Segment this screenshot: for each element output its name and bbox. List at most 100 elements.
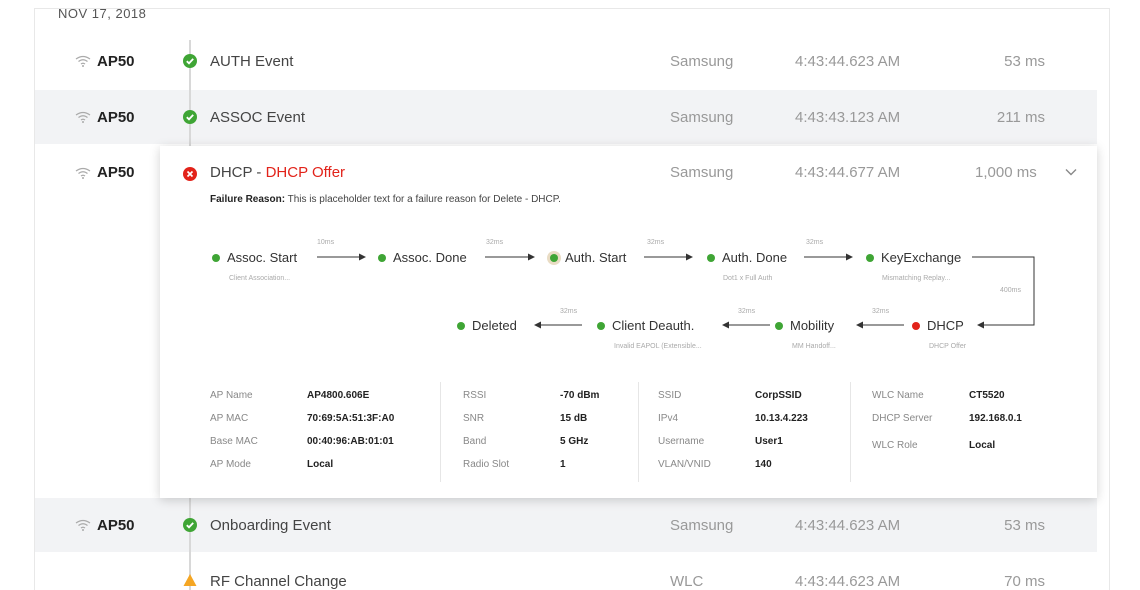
flow-gap: 32ms	[560, 308, 578, 315]
flow-gap: 32ms	[647, 239, 665, 246]
error-dot-icon	[912, 321, 920, 330]
event-row-onboarding[interactable]: AP50 Onboarding Event Samsung 4:43:44.62…	[35, 498, 1097, 552]
ap-cell: AP50	[75, 90, 135, 144]
device-name: WLC	[670, 572, 704, 590]
detail-label: Base MAC	[210, 436, 258, 447]
detail-value: Local	[307, 459, 334, 470]
ap-name: AP50	[97, 164, 135, 181]
detail-value: CT5520	[969, 390, 1005, 401]
flow-node-deleted[interactable]: Deleted	[457, 318, 517, 333]
device-name: Samsung	[670, 52, 734, 70]
event-name: RF Channel Change	[210, 572, 347, 590]
event-time: 4:43:44.623 AM	[795, 516, 901, 534]
wifi-icon	[75, 111, 91, 123]
flow-node-assoc-done[interactable]: Assoc. Done	[378, 250, 467, 265]
ap-name: AP50	[97, 52, 135, 70]
flow-arrows	[317, 253, 1035, 329]
wifi-icon	[75, 167, 91, 179]
success-dot-icon	[212, 253, 220, 262]
ap-cell: AP50	[75, 164, 135, 181]
detail-label: RSSI	[463, 390, 487, 401]
detail-value: 70:69:5A:51:3F:A0	[307, 413, 395, 424]
detail-label: Band	[463, 436, 487, 447]
detail-label: AP MAC	[210, 413, 249, 424]
detail-value: Local	[969, 440, 996, 451]
detail-value: -70 dBm	[560, 390, 600, 401]
success-dot-icon	[707, 253, 715, 262]
detail-label: AP Name	[210, 390, 253, 401]
detail-value: 192.168.0.1	[969, 413, 1022, 424]
event-row-assoc[interactable]: AP50 ASSOC Event Samsung 4:43:43.123 AM …	[35, 90, 1097, 144]
detail-label: DHCP Server	[872, 413, 933, 424]
event-detail-card-dhcp[interactable]: DHCP - DHCP Offer Samsung 4:43:44.677 AM…	[160, 146, 1097, 498]
client-event-timeline: NOV 17, 2018 AP50 AUTH Event Samsung 4:4…	[0, 0, 1140, 590]
check-circle-icon	[183, 518, 197, 532]
detail-label: AP Mode	[210, 459, 251, 470]
flow-node-mobility[interactable]: Mobility	[775, 318, 834, 333]
x-circle-icon	[183, 167, 197, 181]
flow-gap: 32ms	[872, 308, 890, 315]
flow-node-dhcp[interactable]: DHCP	[912, 318, 964, 333]
detail-value: 00:40:96:AB:01:01	[307, 436, 394, 447]
detail-label: Radio Slot	[463, 459, 510, 470]
warning-triangle-icon	[183, 573, 197, 587]
event-duration: 53 ms	[1004, 516, 1045, 534]
event-name: AUTH Event	[210, 52, 294, 70]
success-dot-icon	[597, 321, 605, 330]
ap-cell: AP50	[75, 498, 135, 552]
detail-value: User1	[755, 436, 783, 447]
ap-name: AP50	[97, 108, 135, 126]
ap-cell: AP50	[75, 34, 135, 88]
flow-node-client-deauth[interactable]: Client Deauth.	[597, 318, 694, 333]
detail-label: SNR	[463, 413, 485, 424]
detail-label: WLC Role	[872, 440, 918, 451]
flow-gap: 400ms	[1000, 287, 1022, 294]
detail-value: 1	[560, 459, 566, 470]
date-header: NOV 17, 2018	[58, 6, 147, 21]
detail-label: Username	[658, 436, 705, 447]
ap-name: AP50	[97, 516, 135, 534]
flow-node-assoc-start[interactable]: Assoc. Start	[212, 250, 297, 265]
detail-divider	[638, 382, 639, 482]
detail-label: WLC Name	[872, 390, 924, 401]
success-dot-icon	[457, 321, 465, 330]
detail-label: VLAN/VNID	[658, 459, 711, 470]
flow-gap: 32ms	[806, 239, 824, 246]
flow-node-auth-done[interactable]: Auth. Done	[707, 250, 787, 265]
detail-value: CorpSSID	[755, 390, 802, 401]
detail-value: AP4800.606E	[307, 390, 370, 401]
success-dot-icon	[550, 253, 558, 262]
success-dot-icon	[378, 253, 386, 262]
flow-gap: 32ms	[738, 308, 756, 315]
device-name: Samsung	[670, 108, 734, 126]
event-name: Onboarding Event	[210, 516, 331, 534]
detail-value: 15 dB	[560, 413, 588, 424]
flow-gap: 32ms	[486, 239, 504, 246]
success-dot-icon	[775, 321, 783, 330]
device-name: Samsung	[670, 516, 734, 534]
flow-node-key-exchange[interactable]: KeyExchange	[866, 250, 961, 265]
detail-value: 5 GHz	[560, 436, 589, 447]
event-time: 4:43:44.623 AM	[795, 572, 901, 590]
success-dot-icon	[866, 253, 874, 262]
detail-value: 140	[755, 459, 772, 470]
check-circle-icon	[183, 54, 197, 68]
wifi-icon	[75, 55, 91, 67]
flow-gap: 10ms	[317, 239, 335, 246]
event-duration: 53 ms	[1004, 52, 1045, 70]
flow-node-auth-start[interactable]: Auth. Start	[550, 250, 626, 265]
detail-label: SSID	[658, 390, 682, 401]
event-time: 4:43:43.123 AM	[795, 108, 901, 126]
flow-node-sub: Mismatching Replay...	[882, 275, 951, 282]
event-row-auth[interactable]: AP50 AUTH Event Samsung 4:43:44.623 AM 5…	[35, 34, 1097, 88]
flow-node-sub: Invalid EAPOL (Extensible...	[614, 343, 702, 350]
flow-node-sub: MM Handoff...	[792, 343, 836, 350]
detail-value: 10.13.4.223	[755, 413, 808, 424]
flow-node-sub: Client Association...	[229, 275, 291, 282]
detail-divider	[440, 382, 441, 482]
detail-label: IPv4	[658, 413, 679, 424]
event-duration: 211 ms	[996, 108, 1045, 126]
check-circle-icon	[183, 110, 197, 124]
event-row-rf-channel-change[interactable]: RF Channel Change WLC 4:43:44.623 AM 70 …	[35, 554, 1097, 590]
detail-divider	[850, 382, 851, 482]
